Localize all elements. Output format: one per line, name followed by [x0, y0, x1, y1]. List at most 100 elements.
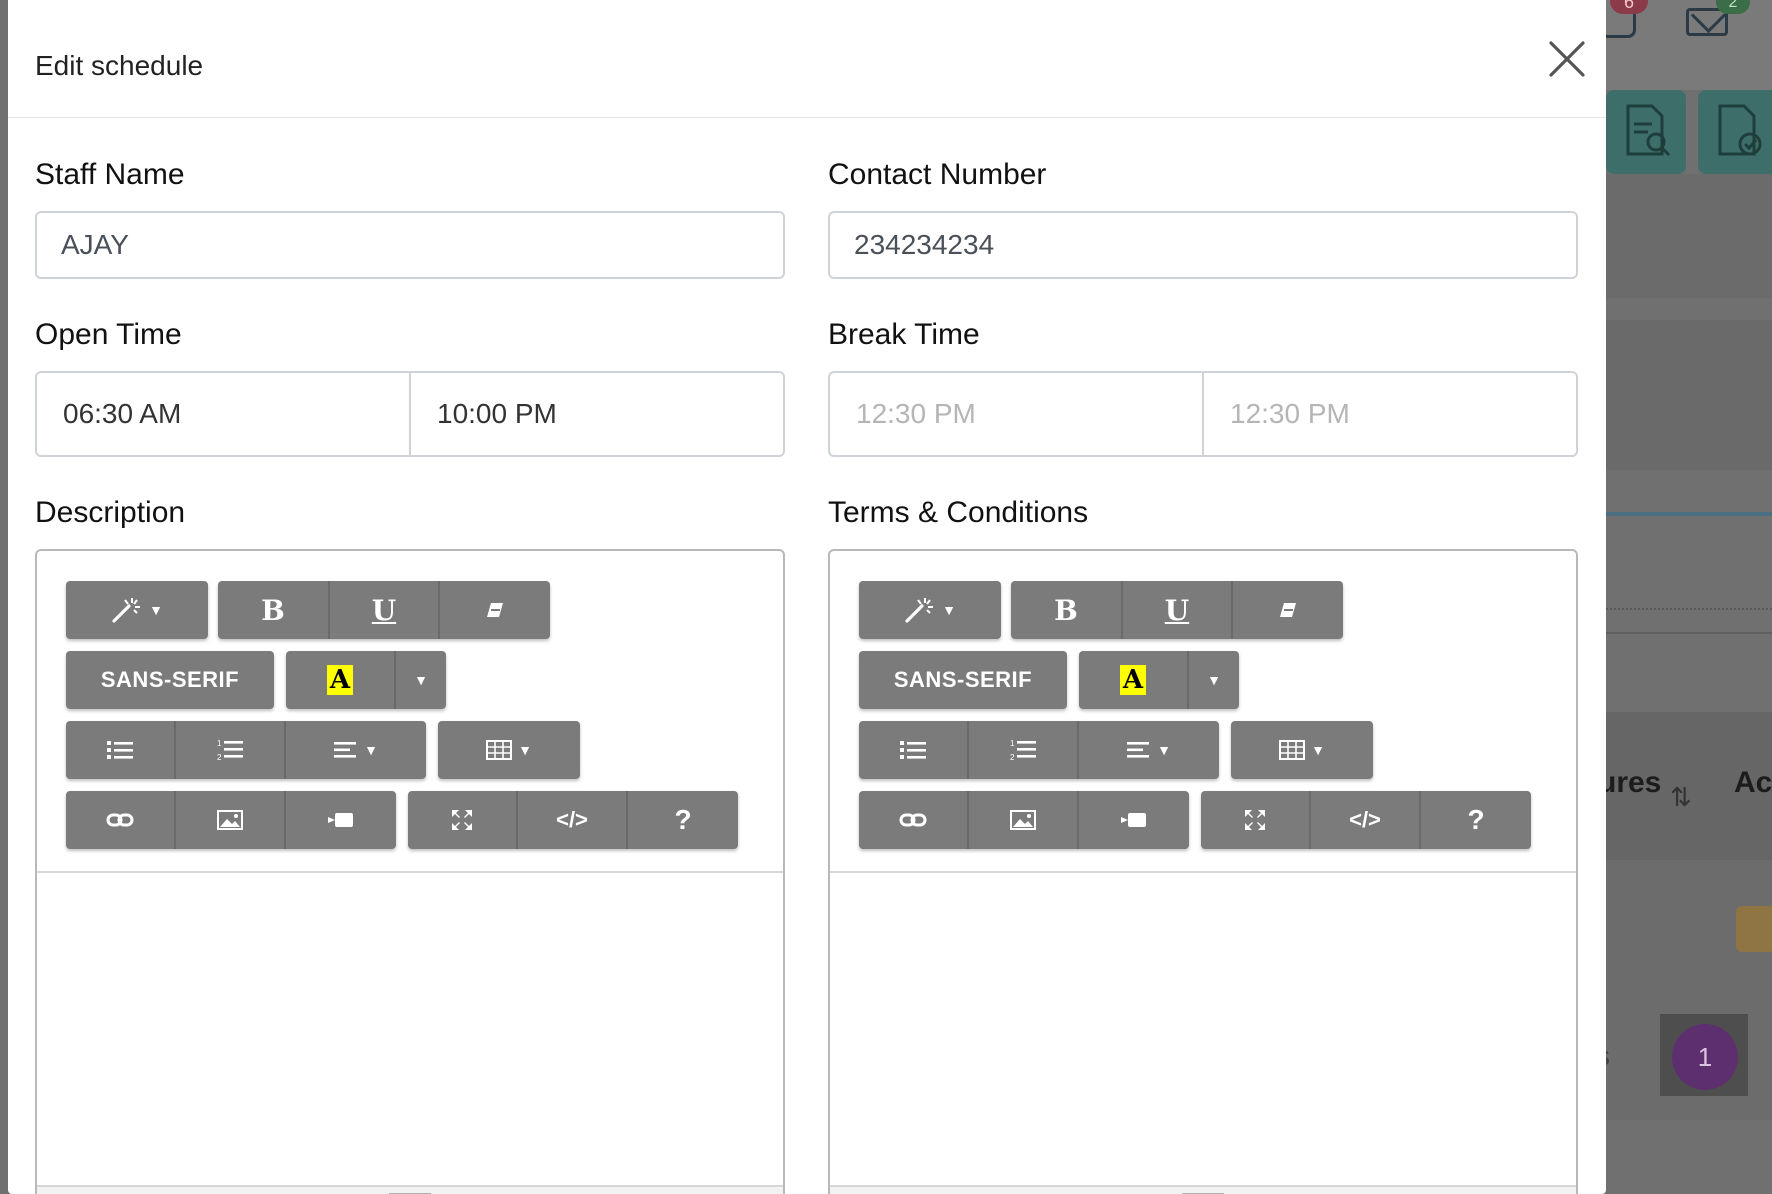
view-group: </> ? — [1201, 791, 1531, 849]
code-view-button[interactable]: </> — [1309, 791, 1419, 849]
open-time-group: 06:30 AM 10:00 PM — [35, 371, 785, 457]
editor-content-area[interactable] — [37, 873, 783, 1185]
unordered-list-icon — [900, 741, 926, 759]
open-time-end-input[interactable]: 10:00 PM — [409, 373, 783, 455]
unordered-list-button[interactable] — [859, 721, 967, 779]
style-button[interactable]: ▼ — [859, 581, 1001, 639]
column-header-features: ures — [1598, 766, 1662, 799]
ordered-list-icon: 1 2 — [1010, 739, 1036, 761]
style-button[interactable]: ▼ — [66, 581, 208, 639]
clear-format-button[interactable] — [1231, 581, 1343, 639]
paragraph-group: 1 2 ▼ — [66, 721, 426, 779]
video-button[interactable] — [1077, 791, 1189, 849]
terms-label: Terms & Conditions — [828, 496, 1089, 529]
document-check-icon — [1718, 104, 1762, 156]
table-button[interactable]: ▼ — [438, 721, 580, 779]
chevron-down-icon: ▼ — [1207, 672, 1221, 688]
background-band — [1606, 174, 1772, 298]
chevron-down-icon: ▼ — [518, 742, 532, 758]
paragraph-group: 1 2 ▼ — [859, 721, 1219, 779]
background-divider — [1606, 632, 1772, 634]
open-time-label: Open Time — [35, 318, 182, 351]
editor-resize-handle[interactable] — [830, 1185, 1576, 1194]
ordered-list-button[interactable]: 1 2 — [174, 721, 284, 779]
contact-number-input[interactable] — [828, 211, 1578, 279]
modal-header: Edit schedule — [8, 0, 1606, 118]
color-group: A ▼ — [1079, 651, 1239, 709]
color-button[interactable]: A — [286, 651, 394, 709]
picture-button[interactable] — [967, 791, 1077, 849]
video-button[interactable] — [284, 791, 396, 849]
align-button[interactable]: ▼ — [284, 721, 426, 779]
chevron-down-icon: ▼ — [1311, 742, 1325, 758]
fullscreen-icon — [452, 810, 472, 830]
column-header-action: Ac — [1734, 766, 1772, 799]
edit-button — [1736, 906, 1772, 952]
contact-number-label: Contact Number — [828, 158, 1047, 191]
fullscreen-button[interactable] — [408, 791, 516, 849]
code-icon: </> — [556, 807, 588, 832]
chevron-down-icon: ▼ — [364, 742, 378, 758]
editor-toolbar: ▼ B U SANS-SERIF A ▼ 1 2 ▼ ▼ </> ? — [37, 551, 783, 873]
editor-content-area[interactable] — [830, 873, 1576, 1185]
font-style-group: B U — [218, 581, 550, 639]
ordered-list-icon: 1 2 — [217, 739, 243, 761]
table-group: ▼ — [1231, 721, 1373, 779]
description-editor: ▼ B U SANS-SERIF A ▼ 1 2 ▼ ▼ </> ? — [35, 549, 785, 1194]
link-button[interactable] — [66, 791, 174, 849]
view-group: </> ? — [408, 791, 738, 849]
modal-title: Edit schedule — [35, 50, 204, 81]
break-time-start-input[interactable]: 12:30 PM — [830, 373, 1202, 455]
font-name-button[interactable]: SANS-SERIF — [859, 651, 1067, 709]
chevron-down-icon: ▼ — [1157, 742, 1171, 758]
style-group: ▼ — [859, 581, 1001, 639]
bold-label: B — [261, 593, 285, 627]
help-button[interactable]: ? — [626, 791, 738, 849]
insert-group — [859, 791, 1189, 849]
staff-name-input[interactable] — [35, 211, 785, 279]
magic-wand-icon — [112, 598, 141, 623]
editor-resize-handle[interactable] — [37, 1185, 783, 1194]
bold-button[interactable]: B — [218, 581, 328, 639]
code-view-button[interactable]: </> — [516, 791, 626, 849]
bold-button[interactable]: B — [1011, 581, 1121, 639]
link-button[interactable] — [859, 791, 967, 849]
break-time-end-input[interactable]: 12:30 PM — [1202, 373, 1576, 455]
svg-text:1: 1 — [217, 739, 222, 748]
table-icon — [1279, 740, 1306, 760]
unordered-list-button[interactable] — [66, 721, 174, 779]
chevron-down-icon: ▼ — [149, 602, 163, 618]
background-divider — [1606, 512, 1772, 516]
svg-text:2: 2 — [217, 753, 222, 761]
underline-button[interactable]: U — [1121, 581, 1231, 639]
chevron-down-icon: ▼ — [942, 602, 956, 618]
table-icon — [486, 740, 513, 760]
open-time-start-input[interactable]: 06:30 AM — [37, 373, 409, 455]
help-button[interactable]: ? — [1419, 791, 1531, 849]
document-search-tile — [1606, 90, 1686, 174]
table-button[interactable]: ▼ — [1231, 721, 1373, 779]
picture-button[interactable] — [174, 791, 284, 849]
color-group: A ▼ — [286, 651, 446, 709]
close-icon — [1549, 41, 1585, 77]
chevron-down-icon: ▼ — [414, 672, 428, 688]
font-name-button[interactable]: SANS-SERIF — [66, 651, 274, 709]
close-button[interactable] — [1546, 38, 1588, 80]
align-button[interactable]: ▼ — [1077, 721, 1219, 779]
insert-group — [66, 791, 396, 849]
link-icon — [106, 813, 134, 827]
picture-icon — [1010, 810, 1036, 830]
ordered-list-button[interactable]: 1 2 — [967, 721, 1077, 779]
underline-button[interactable]: U — [328, 581, 438, 639]
sort-icon: ⇅ — [1670, 782, 1692, 812]
video-icon — [328, 813, 353, 827]
font-name-group: SANS-SERIF — [66, 651, 274, 709]
color-button[interactable]: A — [1079, 651, 1187, 709]
color-dropdown-button[interactable]: ▼ — [394, 651, 446, 709]
break-time-group: 12:30 PM 12:30 PM — [828, 371, 1578, 457]
color-swatch: A — [1120, 665, 1146, 695]
color-swatch: A — [327, 665, 353, 695]
clear-format-button[interactable] — [438, 581, 550, 639]
color-dropdown-button[interactable]: ▼ — [1187, 651, 1239, 709]
fullscreen-button[interactable] — [1201, 791, 1309, 849]
